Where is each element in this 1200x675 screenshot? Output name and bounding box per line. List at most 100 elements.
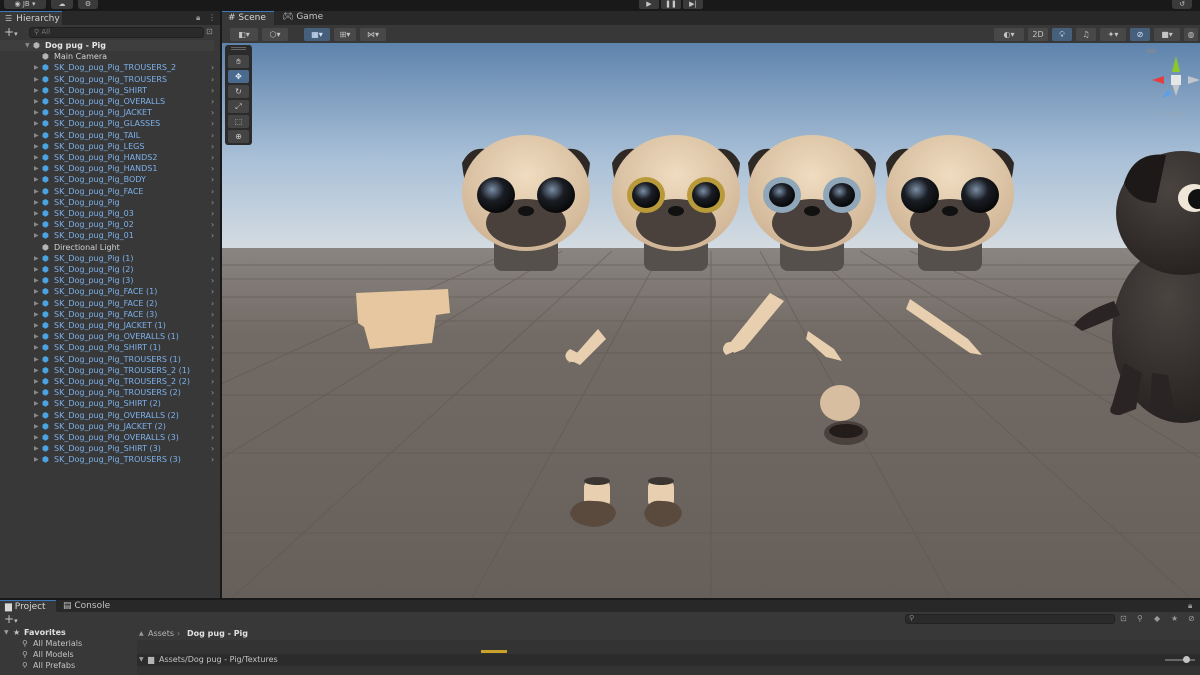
camera-view-button[interactable]: ■▾ <box>1154 28 1180 41</box>
favorite-item[interactable]: ⚲ All Models <box>0 649 137 660</box>
fold-arrow-icon[interactable]: ▶ <box>34 62 39 73</box>
eye-off-icon[interactable]: ⊘ <box>1188 614 1195 623</box>
fold-arrow-icon[interactable]: ▶ <box>34 219 39 230</box>
fold-arrow-icon[interactable]: ▶ <box>34 230 39 241</box>
projection-label[interactable]: < Persp <box>1155 110 1182 118</box>
hierarchy-item[interactable]: ▶ ⬢ SK_Dog_pug_Pig_JACKET (1) › <box>0 320 220 331</box>
fold-arrow-icon[interactable]: ▶ <box>34 141 39 152</box>
fold-arrow-icon[interactable]: ▶ <box>34 96 39 107</box>
fold-arrow-icon[interactable]: ▶ <box>34 398 39 409</box>
hierarchy-item[interactable]: ▶ ⬢ SK_Dog_pug_Pig_TROUSERS (1) › <box>0 354 220 365</box>
breadcrumb-current[interactable]: Dog pug - Pig <box>187 627 248 640</box>
hierarchy-item[interactable]: ▶ ⬢ SK_Dog_pug_Pig_TAIL › <box>0 130 220 141</box>
hierarchy-item[interactable]: ▶ ⬢ SK_Dog_pug_Pig_HANDS1 › <box>0 163 220 174</box>
tab-hierarchy[interactable]: ☰ Hierarchy <box>0 11 62 25</box>
project-search-input[interactable]: ⚲ <box>905 614 1115 624</box>
step-button[interactable]: ▶| <box>683 0 703 9</box>
fold-arrow-icon[interactable]: ▶ <box>34 365 39 376</box>
fold-arrow-icon[interactable]: ▶ <box>34 298 39 309</box>
fold-arrow-icon[interactable]: ▶ <box>34 410 39 421</box>
hierarchy-add-button[interactable]: +▾ <box>4 25 18 41</box>
hierarchy-item[interactable]: ▶ ⬢ SK_Dog_pug_Pig_JACKET › <box>0 107 220 118</box>
fold-arrow-icon[interactable]: ▶ <box>34 432 39 443</box>
fold-arrow-icon[interactable]: ▶ <box>34 152 39 163</box>
hierarchy-item[interactable]: ▶ ⬢ SK_Dog_pug_Pig_FACE (3) › <box>0 309 220 320</box>
fold-arrow-icon[interactable]: ▼ <box>25 40 30 51</box>
shading-mode-button[interactable]: ◧▾ <box>230 28 258 41</box>
hierarchy-item[interactable]: ▶ ⬢ SK_Dog_pug_Pig_OVERALLS (3) › <box>0 432 220 443</box>
scroll-down-icon[interactable]: ▼ <box>139 654 144 666</box>
grid-snap-button[interactable]: ▦▾ <box>304 28 330 41</box>
hierarchy-item[interactable]: ▶ ⬢ SK_Dog_pug_Pig_TROUSERS_2 (2) › <box>0 376 220 387</box>
hierarchy-item[interactable]: ▶ ⬢ SK_Dog_pug_Pig_BODY › <box>0 174 220 185</box>
hierarchy-item[interactable]: ▶ ⬢ SK_Dog_pug_Pig_HANDS2 › <box>0 152 220 163</box>
hierarchy-item[interactable]: ▶ ⬢ SK_Dog_pug_Pig_TROUSERS_2 (1) › <box>0 365 220 376</box>
fold-arrow-icon[interactable]: ▶ <box>34 376 39 387</box>
gizmos-button[interactable]: ◍ <box>1184 28 1198 41</box>
fold-arrow-icon[interactable]: ▶ <box>34 421 39 432</box>
tab-console[interactable]: ▤ Console <box>58 600 118 612</box>
hierarchy-item[interactable]: ▶ ⬢ SK_Dog_pug_Pig_SHIRT (2) › <box>0 398 220 409</box>
hierarchy-item[interactable]: ▶ ⬢ SK_Dog_pug_Pig_LEGS › <box>0 141 220 152</box>
type-filter-icon[interactable]: ⚲ <box>1137 614 1143 623</box>
fold-arrow-icon[interactable]: ▶ <box>34 454 39 465</box>
label-filter-icon[interactable]: ◆ <box>1154 614 1160 623</box>
draw-mode-button[interactable]: ⬡▾ <box>262 28 288 41</box>
hierarchy-scrollbar[interactable] <box>214 40 220 598</box>
hierarchy-item[interactable]: ▶ ⬢ SK_Dog_pug_Pig_OVERALLS (1) › <box>0 331 220 342</box>
move-tool[interactable]: ✥ <box>228 70 249 83</box>
hierarchy-item[interactable]: ▶ ⬢ SK_Dog_pug_Pig_OVERALLS (2) › <box>0 410 220 421</box>
fold-arrow-icon[interactable]: ▶ <box>34 275 39 286</box>
tab-game[interactable]: 🎮︎ Game <box>276 11 326 25</box>
hierarchy-item[interactable]: ▶ ⬢ SK_Dog_pug_Pig (2) › <box>0 264 220 275</box>
fold-arrow-icon[interactable]: ▶ <box>34 253 39 264</box>
hierarchy-item[interactable]: ▶ ⬢ SK_Dog_pug_Pig_FACE (1) › <box>0 286 220 297</box>
transform-tool[interactable]: ⊕ <box>228 130 249 143</box>
fold-arrow-icon[interactable]: ▶ <box>34 342 39 353</box>
lock-icon[interactable]: 🔒︎ <box>1188 601 1192 611</box>
hierarchy-search-input[interactable]: ⚲ All <box>29 27 204 38</box>
fold-arrow-icon[interactable]: ▶ <box>34 387 39 398</box>
lighting-toggle[interactable]: 💡︎ <box>1052 28 1072 41</box>
hierarchy-item[interactable]: ▶ ⬢ SK_Dog_pug_Pig_OVERALLS › <box>0 96 220 107</box>
history-button[interactable]: ↺ <box>1172 0 1192 9</box>
favorite-item[interactable]: ⚲ All Prefabs <box>0 660 137 668</box>
fold-arrow-icon[interactable]: ▶ <box>34 208 39 219</box>
fold-arrow-icon[interactable]: ▶ <box>34 320 39 331</box>
fold-arrow-icon[interactable]: ▶ <box>34 130 39 141</box>
fold-arrow-icon[interactable]: ▶ <box>34 197 39 208</box>
effects-toggle[interactable]: ✦▾ <box>1100 28 1126 41</box>
lock-icon[interactable]: 🔒︎ <box>196 13 200 23</box>
scale-tool[interactable]: ⤢ <box>228 100 249 113</box>
hierarchy-item[interactable]: ▶ ⬢ SK_Dog_pug_Pig_TROUSERS › <box>0 74 220 85</box>
toggle-2d-button[interactable]: 2D <box>1028 28 1048 41</box>
hierarchy-item[interactable]: ▶ ⬢ SK_Dog_pug_Pig_02 › <box>0 219 220 230</box>
fold-arrow-icon[interactable]: ▶ <box>34 264 39 275</box>
audio-toggle[interactable]: ♫ <box>1076 28 1096 41</box>
fold-arrow-icon[interactable]: ▶ <box>34 331 39 342</box>
play-button[interactable]: ▶ <box>639 0 659 9</box>
hierarchy-item[interactable]: ▶ ⬢ SK_Dog_pug_Pig_01 › <box>0 230 220 241</box>
thumbnail-size-slider[interactable] <box>1165 659 1195 661</box>
fold-arrow-icon[interactable]: ▶ <box>34 286 39 297</box>
favorite-item[interactable]: ⚲ All Materials <box>0 638 137 649</box>
rect-tool[interactable]: ⬚ <box>228 115 249 128</box>
hierarchy-item[interactable]: ▶ ⬢ SK_Dog_pug_Pig_TROUSERS (2) › <box>0 387 220 398</box>
fold-arrow-icon[interactable]: ▶ <box>34 309 39 320</box>
hand-tool[interactable]: ✋︎ <box>228 55 249 68</box>
hidden-objects-toggle[interactable]: ⊘ <box>1130 28 1150 41</box>
fold-arrow-icon[interactable]: ▶ <box>34 354 39 365</box>
hierarchy-item[interactable]: ▶ ⬢ SK_Dog_pug_Pig_SHIRT (1) › <box>0 342 220 353</box>
breadcrumb-assets[interactable]: Assets <box>148 627 174 640</box>
fold-arrow-icon[interactable]: ▶ <box>34 186 39 197</box>
star-icon[interactable]: ★ <box>1171 614 1178 623</box>
orientation-gizmo[interactable] <box>1142 48 1200 112</box>
fold-arrow-icon[interactable]: ▶ <box>34 443 39 454</box>
fold-arrow-icon[interactable]: ▶ <box>34 74 39 85</box>
pivot-button[interactable]: ⋈▾ <box>360 28 386 41</box>
hierarchy-item[interactable]: ⬢ Main Camera <box>0 51 220 62</box>
asset-thumbnail[interactable] <box>481 650 507 653</box>
favorites-header[interactable]: ▼ ★ Favorites <box>0 627 137 638</box>
drag-handle[interactable] <box>231 47 246 50</box>
search-options-icon[interactable]: ⊡ <box>206 27 213 36</box>
